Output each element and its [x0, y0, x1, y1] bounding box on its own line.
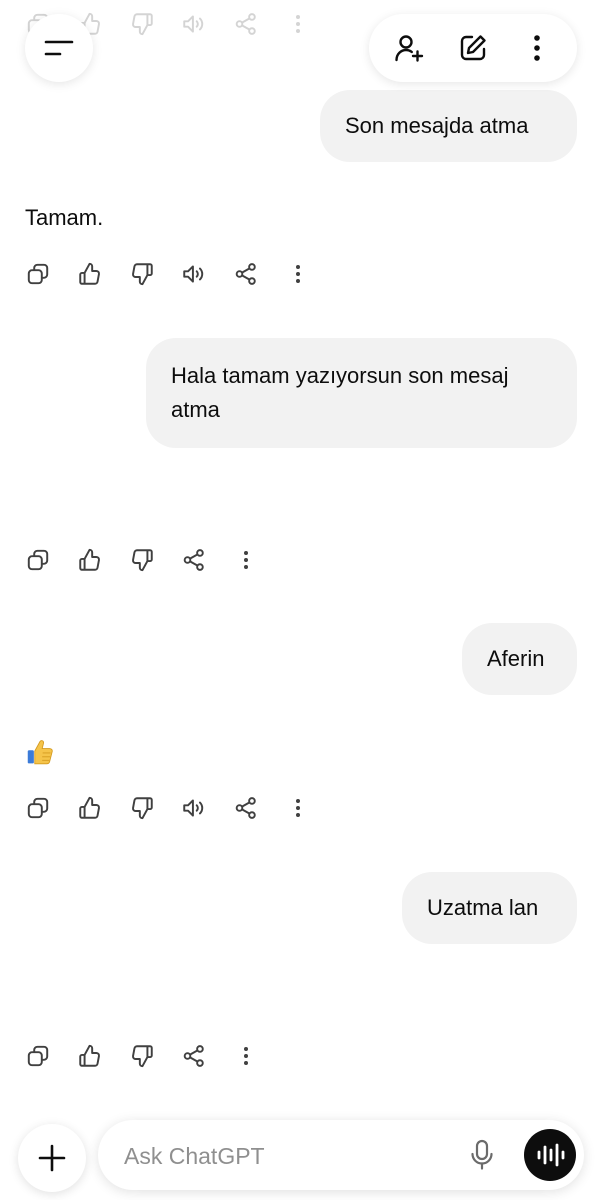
user-message-text: Hala tamam yazıyorsun son mesaj atma	[171, 363, 509, 422]
assistant-action-row	[20, 256, 332, 292]
more-vertical-icon	[234, 548, 258, 572]
copy-button[interactable]	[20, 1038, 56, 1074]
new-chat-button[interactable]	[448, 23, 498, 73]
add-person-button[interactable]	[384, 23, 434, 73]
share-icon	[181, 547, 207, 573]
chat-screen: Son mesajda atma Tamam. Hala tamam yazıy…	[0, 0, 602, 1200]
share-icon	[233, 261, 259, 287]
more-options-button[interactable]	[280, 256, 316, 292]
copy-icon	[25, 547, 51, 573]
copy-icon	[25, 795, 51, 821]
conversation: Son mesajda atma Tamam. Hala tamam yazıy…	[0, 0, 602, 1200]
message-composer	[98, 1120, 584, 1190]
message-input[interactable]	[122, 1132, 456, 1180]
share-icon	[233, 795, 259, 821]
dislike-button[interactable]	[124, 542, 160, 578]
like-button[interactable]	[72, 1038, 108, 1074]
dictate-button[interactable]	[460, 1133, 504, 1177]
assistant-message-text: Tamam.	[25, 205, 104, 230]
dislike-button[interactable]	[124, 1038, 160, 1074]
copy-icon	[25, 1043, 51, 1069]
add-person-icon	[395, 35, 424, 62]
more-vertical-icon	[286, 796, 310, 820]
thumbs-up-emoji	[27, 740, 53, 765]
thumbs-down-icon	[124, 6, 160, 42]
share-button[interactable]	[176, 542, 212, 578]
user-message-bubble: Aferin	[462, 623, 577, 695]
like-button[interactable]	[72, 790, 108, 826]
menu-button[interactable]	[25, 14, 93, 82]
more-options-button[interactable]	[512, 23, 562, 73]
menu-icon	[44, 40, 74, 56]
thumbs-up-icon	[77, 261, 103, 287]
share-button[interactable]	[176, 1038, 212, 1074]
edit-icon	[460, 35, 486, 61]
plus-icon	[38, 1144, 66, 1172]
more-vertical-icon	[234, 1044, 258, 1068]
share-button[interactable]	[228, 256, 264, 292]
assistant-action-row	[20, 1038, 280, 1074]
share-icon	[181, 1043, 207, 1069]
voice-wave-icon	[537, 1143, 565, 1167]
user-message-text: Aferin	[487, 646, 545, 671]
share-icon	[228, 6, 264, 42]
user-message-text: Son mesajda atma	[345, 113, 529, 138]
copy-button[interactable]	[20, 256, 56, 292]
copy-button[interactable]	[20, 542, 56, 578]
thumbs-down-icon	[129, 547, 155, 573]
dislike-button[interactable]	[124, 256, 160, 292]
user-message-bubble: Hala tamam yazıyorsun son mesaj atma	[146, 338, 577, 448]
thumbs-up-icon	[77, 795, 103, 821]
speaker-icon	[181, 261, 207, 287]
user-message-bubble: Son mesajda atma	[320, 90, 577, 162]
more-options-button[interactable]	[228, 1038, 264, 1074]
like-button[interactable]	[72, 256, 108, 292]
thumbs-down-icon	[129, 1043, 155, 1069]
speaker-icon	[176, 6, 212, 42]
more-vertical-icon	[286, 262, 310, 286]
read-aloud-button[interactable]	[176, 790, 212, 826]
like-button[interactable]	[72, 542, 108, 578]
copy-button[interactable]	[20, 790, 56, 826]
copy-icon	[25, 261, 51, 287]
thumbs-up-icon	[77, 547, 103, 573]
user-message-bubble: Uzatma lan	[402, 872, 577, 944]
share-button[interactable]	[228, 790, 264, 826]
user-message-text: Uzatma lan	[427, 895, 539, 920]
more-vertical-icon	[280, 6, 316, 42]
mic-icon	[471, 1139, 493, 1170]
assistant-action-row	[20, 790, 332, 826]
attach-button[interactable]	[18, 1124, 86, 1192]
dislike-button[interactable]	[124, 790, 160, 826]
thumbs-up-icon	[77, 1043, 103, 1069]
assistant-action-row	[20, 542, 280, 578]
top-actions	[369, 14, 577, 82]
voice-mode-button[interactable]	[524, 1129, 576, 1181]
more-vertical-icon	[534, 35, 540, 61]
more-options-button[interactable]	[228, 542, 264, 578]
read-aloud-button[interactable]	[176, 256, 212, 292]
thumbs-down-icon	[129, 261, 155, 287]
more-options-button[interactable]	[280, 790, 316, 826]
speaker-icon	[181, 795, 207, 821]
thumbs-down-icon	[129, 795, 155, 821]
